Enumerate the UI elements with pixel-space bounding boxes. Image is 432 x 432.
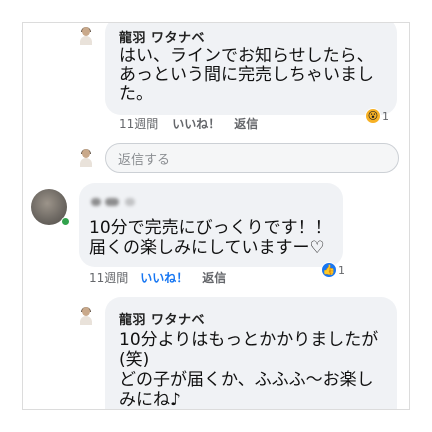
like-link[interactable]: いいね！ bbox=[172, 115, 220, 132]
comment-line: 10分よりはもっとかかりましたが bbox=[119, 330, 379, 350]
comment-meta: 11週間 いいね！ 返信 bbox=[119, 115, 258, 132]
wow-icon: 😮 bbox=[365, 108, 381, 124]
comment-author[interactable]: 龍羽 ワタナベ bbox=[119, 27, 205, 46]
reply-link[interactable]: 返信 bbox=[234, 115, 258, 132]
comment-line: どの子が届くか、ふふふ〜お楽し bbox=[119, 370, 374, 390]
timestamp: 11週間 bbox=[89, 271, 129, 285]
user-avatar bbox=[79, 149, 93, 167]
blurred-author-name bbox=[105, 198, 119, 206]
blurred-author-name bbox=[91, 198, 101, 206]
comment-meta: 11週間 いいね！ 返信 bbox=[89, 269, 226, 286]
comment-author[interactable]: 龍羽 ワタナベ bbox=[119, 309, 205, 328]
like-link[interactable]: いいね！ bbox=[140, 269, 188, 286]
timestamp: 11週間 bbox=[119, 117, 159, 131]
reaction-count[interactable]: 👍 1 bbox=[321, 261, 345, 279]
online-status-icon bbox=[61, 217, 70, 226]
comment-line: (笑) bbox=[119, 350, 150, 370]
reply-placeholder: 返信する bbox=[118, 152, 171, 168]
comment-line: みにね♪ bbox=[119, 390, 181, 410]
author-avatar[interactable] bbox=[79, 27, 93, 45]
comment-line: た。 bbox=[119, 84, 153, 104]
reaction-count[interactable]: 😮 1 bbox=[365, 107, 389, 125]
comment-thread: 龍羽 ワタナベ はい、ラインでお知らせしたら、 あっという間に完売しちゃいまし … bbox=[22, 22, 410, 410]
author-avatar[interactable] bbox=[79, 307, 93, 325]
reply-input[interactable]: 返信する bbox=[105, 143, 399, 173]
like-icon: 👍 bbox=[321, 262, 337, 278]
comment-line: あっという間に完売しちゃいまし bbox=[119, 65, 374, 85]
blurred-author-name bbox=[125, 198, 135, 206]
reply-link[interactable]: 返信 bbox=[202, 269, 226, 286]
comment-line: 届くの楽しみにしていますー♡ bbox=[89, 238, 325, 258]
comment-line: はい、ラインでお知らせしたら、 bbox=[119, 46, 374, 66]
comment-line: 10分で完売にびっくりです！！ bbox=[89, 218, 332, 238]
